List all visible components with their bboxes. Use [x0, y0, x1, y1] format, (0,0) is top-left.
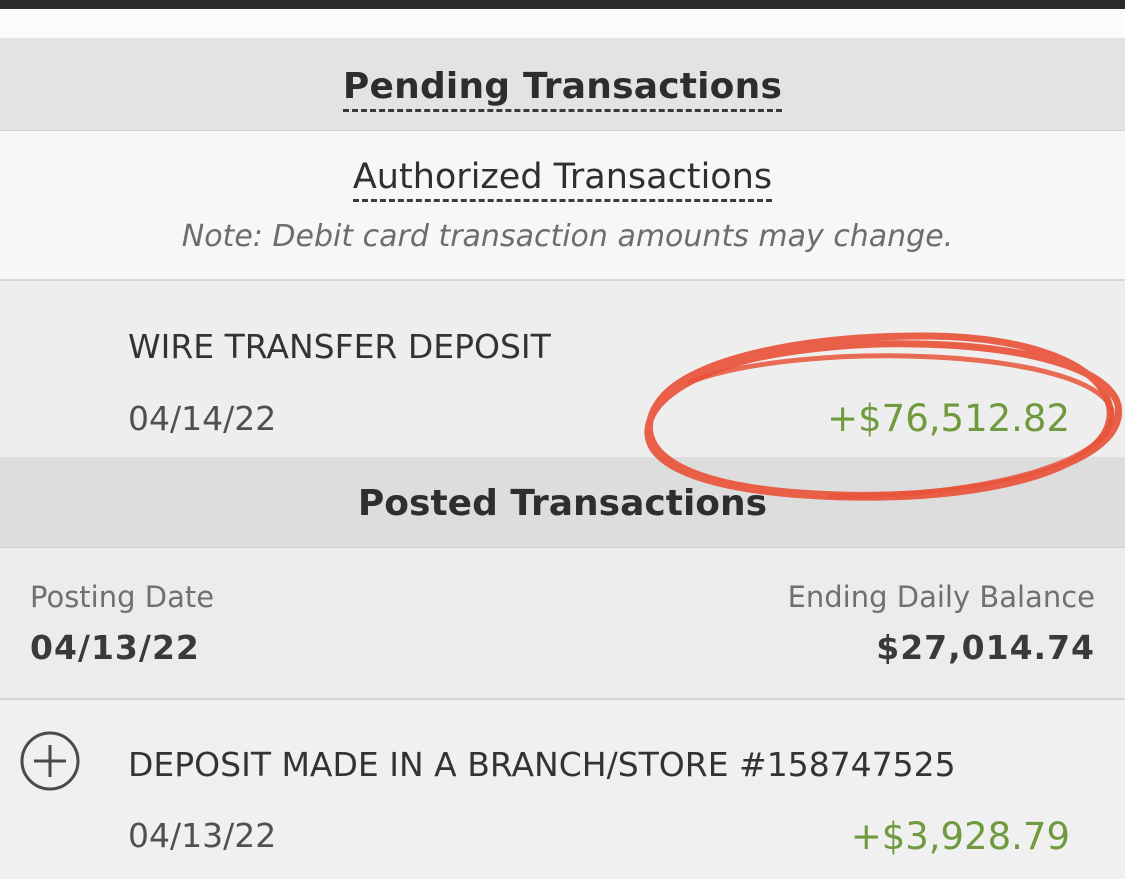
ending-balance-label: Ending Daily Balance: [787, 580, 1095, 614]
authorized-transactions-section: Authorized Transactions Note: Debit card…: [0, 131, 1125, 281]
posted-transactions-header: Posted Transactions: [0, 457, 1125, 548]
posted-transactions-title: Posted Transactions: [357, 483, 768, 524]
top-spacer: [0, 9, 1125, 38]
posted-transaction-row[interactable]: DEPOSIT MADE IN A BRANCH/STORE #15874752…: [0, 700, 1125, 879]
top-bar-edge: [0, 0, 1125, 9]
authorized-transactions-title[interactable]: Authorized Transactions: [0, 157, 1125, 202]
transaction-amount: +$3,928.79: [850, 815, 1070, 858]
pending-transaction-row[interactable]: WIRE TRANSFER DEPOSIT 04/14/22 +$76,512.…: [0, 281, 1125, 457]
pending-transactions-title[interactable]: Pending Transactions: [0, 66, 1125, 112]
transaction-date: 04/14/22: [128, 399, 277, 438]
posting-date-row: Posting Date 04/13/22 Ending Daily Balan…: [0, 548, 1125, 700]
pending-transactions-header: Pending Transactions: [0, 38, 1125, 131]
authorized-transactions-link[interactable]: Authorized Transactions: [352, 157, 773, 202]
pending-transactions-link[interactable]: Pending Transactions: [342, 66, 783, 112]
transaction-description: DEPOSIT MADE IN A BRANCH/STORE #15874752…: [128, 745, 956, 784]
ending-balance-value: $27,014.74: [876, 628, 1095, 667]
debit-card-note: Note: Debit card transaction amounts may…: [181, 219, 954, 254]
posting-date-label: Posting Date: [30, 580, 215, 614]
posting-date-value: 04/13/22: [30, 628, 200, 667]
transaction-description: WIRE TRANSFER DEPOSIT: [128, 327, 551, 366]
transaction-date: 04/13/22: [128, 816, 277, 855]
plus-circle-icon[interactable]: [18, 729, 82, 793]
transaction-amount: +$76,512.82: [827, 397, 1070, 440]
transactions-screen: Pending Transactions Authorized Transact…: [0, 0, 1125, 879]
